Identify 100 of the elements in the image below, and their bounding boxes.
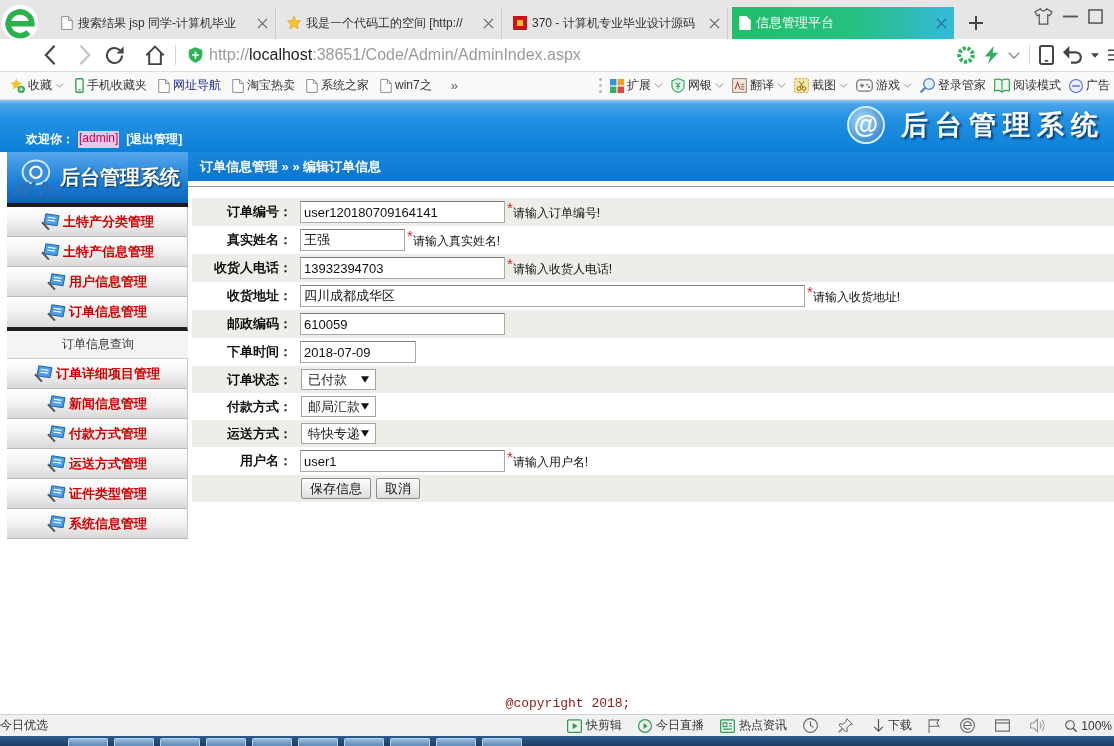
close-icon[interactable] [936,17,947,29]
maximize-icon[interactable] [1088,9,1103,24]
bookmark-link[interactable]: 系统之家 [306,77,369,94]
back-icon[interactable] [44,45,56,65]
bookmark-link[interactable]: 手机收藏夹 [75,77,147,94]
status-button[interactable]: 下载 [873,717,913,734]
logout-link[interactable]: [退出管理] [126,131,183,148]
tablet-icon[interactable] [1039,45,1054,65]
menu-item[interactable]: 证件类型管理 [7,479,188,509]
menu-item[interactable]: 系统信息管理 [7,509,188,539]
submenu-item[interactable]: 订单信息查询 [7,331,188,359]
menu-item[interactable]: 运送方式管理 [7,449,188,479]
aperture-icon[interactable] [957,46,975,64]
phone-icon [75,78,84,93]
window-icon[interactable] [995,719,1011,732]
shirt-icon[interactable] [1034,8,1053,25]
shield-icon [188,47,203,63]
taskbar-button[interactable] [160,738,200,746]
e-logo-icon[interactable] [960,718,976,733]
book-icon [994,78,1010,93]
taskbar-button[interactable] [298,738,338,746]
toolbar-button[interactable]: 游戏 [856,77,912,94]
page-icon [61,16,73,30]
close-icon[interactable] [257,17,268,29]
hint-text: 请输入订单编号! [512,206,601,222]
copyright-text: @copyright 2018; [505,696,631,711]
toolbar-button[interactable]: 阅读模式 [994,77,1061,94]
minimize-icon[interactable] [1063,15,1078,18]
clock-icon[interactable] [803,718,819,733]
grip-icon [599,78,602,93]
text-input[interactable]: user1 [300,450,505,472]
toolbar-button[interactable]: 扩展 [610,77,663,94]
menu-item[interactable]: 土特产分类管理 [7,207,188,237]
status-button[interactable]: 热点资讯 [720,717,788,734]
menu-item[interactable]: 土特产信息管理 [7,237,188,267]
speaker-icon[interactable] [1030,718,1046,733]
undo-icon[interactable] [1063,45,1082,65]
chevron-down-icon[interactable] [1008,51,1020,59]
text-input[interactable]: user120180709164141 [300,201,505,223]
taskbar-button[interactable] [390,738,430,746]
field-label: 付款方式： [225,397,293,416]
toolbar-button[interactable]: 网银 [671,77,724,94]
bookmark-link[interactable]: 收藏 [10,77,64,94]
reload-icon[interactable] [105,45,124,65]
bookmark-link[interactable]: 淘宝热卖 [232,77,295,94]
taskbar-button[interactable] [344,738,384,746]
note-icon [47,455,66,472]
text-input[interactable]: 610059 [300,313,505,335]
hint-text: 请输入收货地址! [812,290,901,306]
bookmark-link[interactable]: win7之 [380,77,432,94]
dropdown[interactable]: 邮局汇款 [301,396,376,417]
toolbar-button[interactable]: 广告 [1069,77,1110,94]
text-input[interactable]: 13932394703 [300,257,505,279]
save-button[interactable]: 保存信息 [301,478,371,499]
taskbar-button[interactable] [482,738,522,746]
text-input[interactable]: 王强 [300,229,405,251]
toolbar-button[interactable]: 截图 [794,77,848,94]
page-icon [158,78,170,93]
status-button[interactable]: 快剪辑 [567,717,623,734]
taskbar-button[interactable] [436,738,476,746]
sidebar-title: 后台管理系统 [60,165,180,190]
toolbar-button[interactable]: 翻译 [732,77,786,94]
taskbar-button[interactable] [68,738,108,746]
address-field[interactable]: http://localhost:38651/Code/Admin/AdminIndex.aspx [186,41,957,69]
taskbar-button[interactable] [114,738,154,746]
new-tab-icon[interactable] [969,15,983,30]
home-icon[interactable] [145,45,165,65]
dropdown[interactable]: 已付款 [301,369,376,390]
note-icon [47,485,66,502]
menu-item[interactable]: 付款方式管理 [7,419,188,449]
note-icon [34,365,53,382]
note-icon [47,425,66,442]
note-icon [47,515,66,532]
menu-item[interactable]: 新闻信息管理 [7,389,188,419]
welcome-text: 欢迎你： [26,131,74,148]
lightning-icon[interactable] [984,46,999,64]
note-icon [40,243,60,260]
flag-icon[interactable] [928,718,941,733]
text-input[interactable]: 四川成都成华区 [300,285,805,307]
more-bookmarks-button[interactable]: » [450,78,458,93]
date-input[interactable]: 2018-07-09 [300,341,416,363]
status-button[interactable]: 今日直播 [638,717,705,734]
menu-icon[interactable] [1108,47,1114,63]
taskbar-button[interactable] [252,738,292,746]
required-mark: * [507,257,513,271]
menu-item[interactable]: 订单信息管理 [7,297,188,331]
menu-item[interactable]: 用户信息管理 [7,267,188,297]
close-icon[interactable] [483,17,494,29]
pin-icon[interactable] [838,718,854,733]
close-icon[interactable] [709,17,720,29]
status-button[interactable]: 100% [1065,718,1112,733]
toolbar-button[interactable]: 登录管家 [920,77,986,94]
page-icon [306,78,318,93]
cancel-button[interactable]: 取消 [376,478,420,499]
caret-icon[interactable] [1091,52,1099,58]
menu-item[interactable]: 订单详细项目管理 [7,359,188,389]
star-icon [287,16,301,30]
taskbar-button[interactable] [206,738,246,746]
bookmark-link[interactable]: 网址导航 [158,77,221,94]
dropdown[interactable]: 特快专递 [301,423,376,444]
